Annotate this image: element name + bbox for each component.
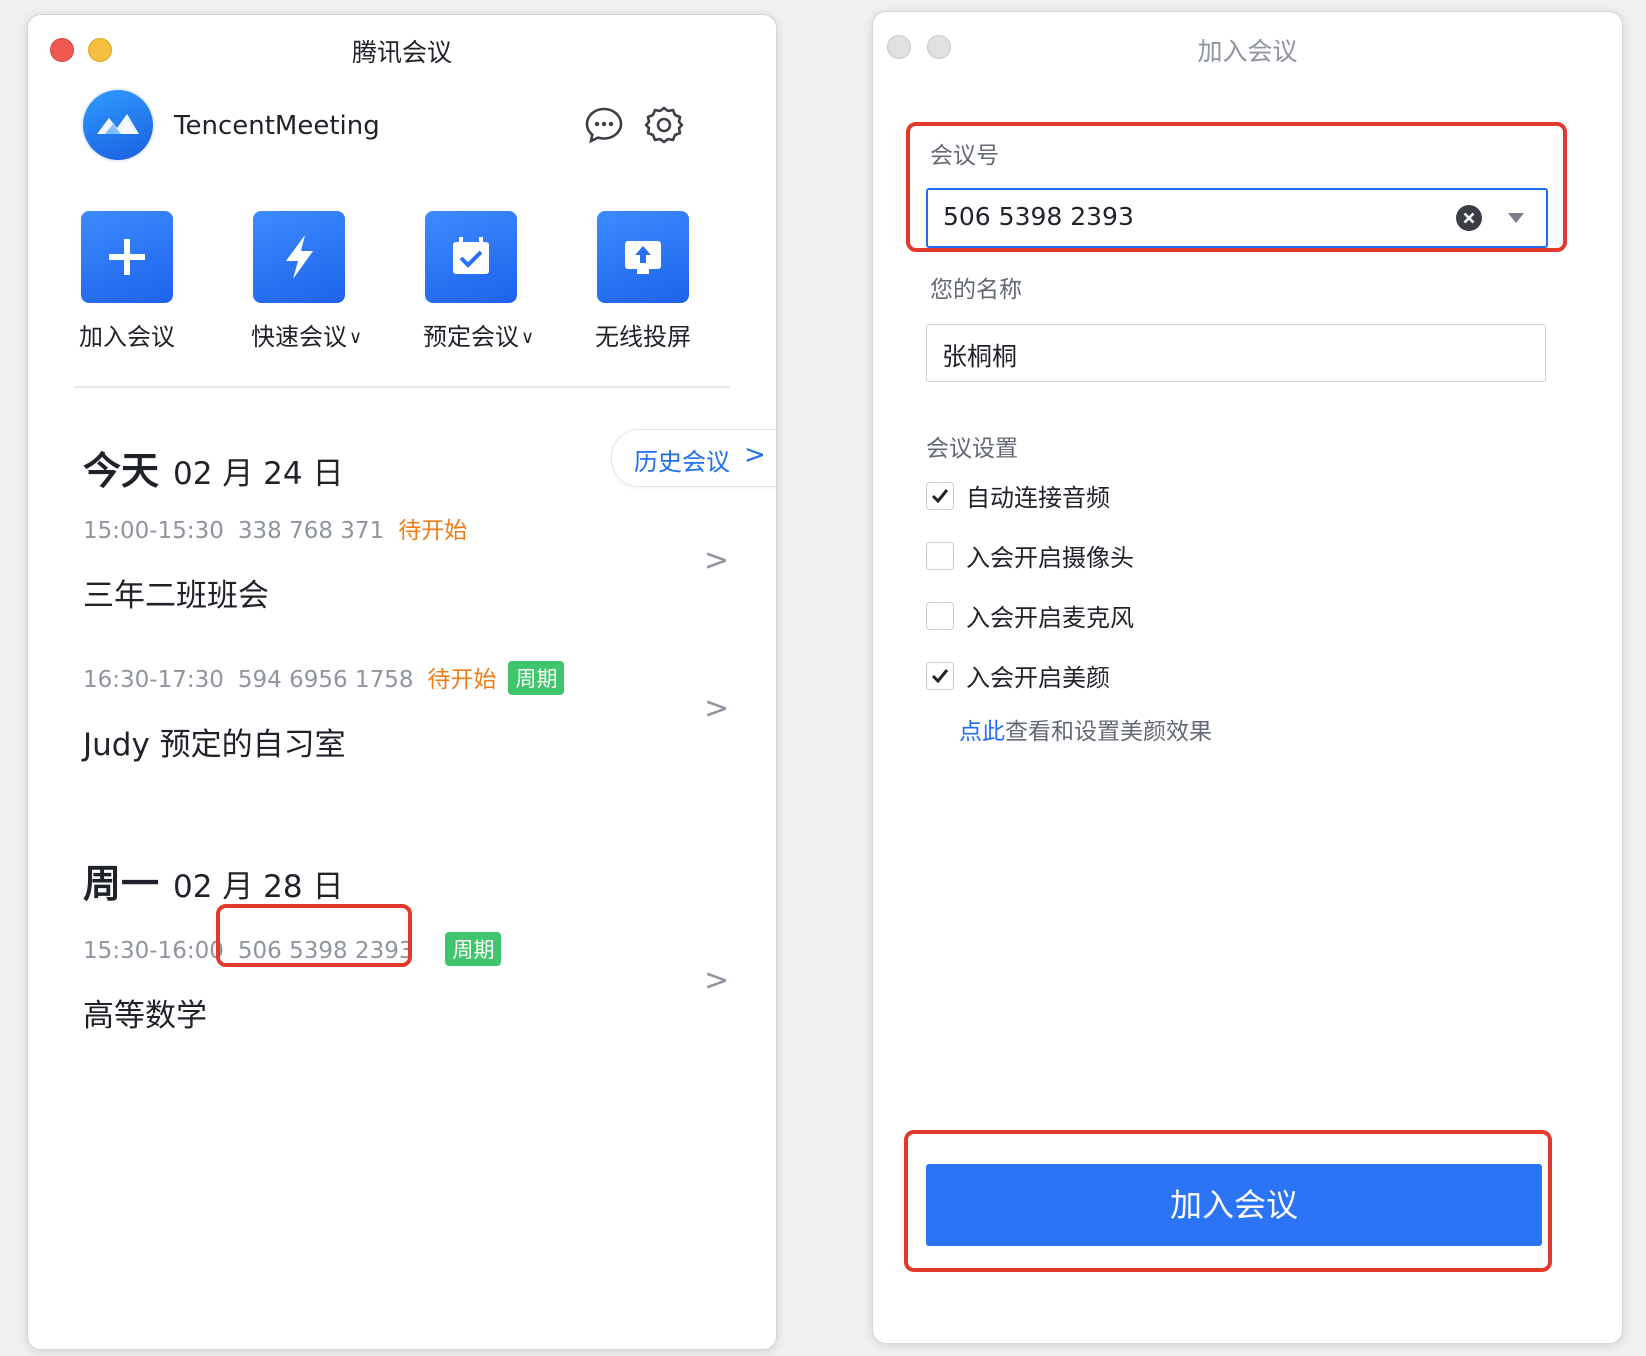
option-label: 入会开启美颜 <box>966 664 1110 692</box>
history-label: 历史会议 <box>634 448 730 476</box>
gear-icon[interactable] <box>644 105 684 145</box>
meeting-meta: 16:30-17:30 594 6956 1758 待开始 周期 <box>83 660 565 695</box>
meeting-status: 待开始 <box>398 518 468 544</box>
quick-meeting-label: 快速会议 ∨ <box>251 323 363 351</box>
day-name: 周一 <box>83 862 160 906</box>
chevron-down-icon[interactable]: ∨ <box>521 327 534 348</box>
chevron-right-icon[interactable]: > <box>704 691 729 726</box>
meeting-status: 待开始 <box>427 667 497 693</box>
option-label: 入会开启摄像头 <box>966 544 1134 572</box>
meeting-id: 338 768 371 <box>237 518 385 544</box>
chevron-right-icon: > <box>744 440 766 470</box>
recurring-badge: 周期 <box>508 661 565 695</box>
app-logo-icon <box>83 90 153 160</box>
option-label: 自动连接音频 <box>966 484 1110 512</box>
option-label: 入会开启麦克风 <box>966 604 1134 632</box>
meeting-time: 15:00-15:30 <box>83 518 224 544</box>
name-field[interactable]: 张桐桐 <box>926 324 1546 382</box>
settings-label: 会议设置 <box>926 436 1018 462</box>
window-title: 腾讯会议 <box>351 38 452 67</box>
day-header-monday: 周一 02 月 28 日 <box>83 853 343 908</box>
name-value: 张桐桐 <box>942 342 1018 371</box>
day-date: 02 月 24 日 <box>173 456 344 492</box>
recurring-badge: 周期 <box>445 932 502 966</box>
divider <box>74 386 730 388</box>
brand-name: TencentMeeting <box>174 111 380 141</box>
meeting-title[interactable]: Judy 预定的自习室 <box>83 719 346 764</box>
day-header-today: 今天 02 月 24 日 <box>83 440 343 495</box>
chevron-right-icon[interactable]: > <box>704 543 729 578</box>
highlight-box <box>216 904 412 967</box>
name-label: 您的名称 <box>930 277 1022 303</box>
join-meeting-window: 加入会议 会议号 506 5398 2393 您的名称 张桐桐 会议设置 自动连… <box>872 11 1623 1344</box>
beauty-settings-desc: 查看和设置美颜效果 <box>1005 719 1212 745</box>
wireless-screen-label: 无线投屏 <box>595 323 691 351</box>
calendar-check-icon <box>453 237 489 274</box>
checkbox[interactable] <box>926 542 954 570</box>
meeting-time: 16:30-17:30 <box>83 667 224 693</box>
checkbox[interactable] <box>926 482 954 510</box>
chevron-down-icon[interactable]: ∨ <box>349 327 362 348</box>
beauty-settings-text: 点此查看和设置美颜效果 <box>959 712 1212 746</box>
schedule-meeting-label: 预定会议 ∨ <box>423 323 535 351</box>
quick-meeting-action-button[interactable] <box>253 211 345 303</box>
lightning-icon <box>286 235 313 279</box>
window-title: 加入会议 <box>1197 37 1298 66</box>
checkbox[interactable] <box>926 662 954 690</box>
highlight-box <box>904 1130 1552 1272</box>
main-window: 腾讯会议 TencentMeeting 加入会议 快速会议 ∨ 预定会议 ∨ 无… <box>27 14 777 1350</box>
highlight-box <box>906 122 1567 252</box>
join-meeting-action-button[interactable] <box>81 211 173 303</box>
join-meeting-label: 加入会议 <box>79 323 175 351</box>
beauty-settings-link[interactable]: 点此 <box>959 719 1005 745</box>
meeting-meta: 15:00-15:30 338 768 371 待开始 <box>83 511 467 545</box>
checkbox[interactable] <box>926 602 954 630</box>
day-date: 02 月 28 日 <box>173 869 344 905</box>
meeting-title[interactable]: 三年二班班会 <box>83 570 269 615</box>
chevron-right-icon[interactable]: > <box>704 963 729 998</box>
history-meetings-button[interactable]: 历史会议 > <box>611 429 776 487</box>
chat-bubble-icon[interactable] <box>584 105 624 145</box>
meeting-title[interactable]: 高等数学 <box>83 990 207 1035</box>
wireless-screen-action-button[interactable] <box>597 211 689 303</box>
day-name: 今天 <box>83 449 160 493</box>
schedule-meeting-action-button[interactable] <box>425 211 517 303</box>
meeting-time: 15:30-16:00 <box>83 938 224 964</box>
screen-share-icon <box>625 241 661 274</box>
meeting-id: 594 6956 1758 <box>237 667 414 693</box>
plus-icon <box>109 239 145 275</box>
